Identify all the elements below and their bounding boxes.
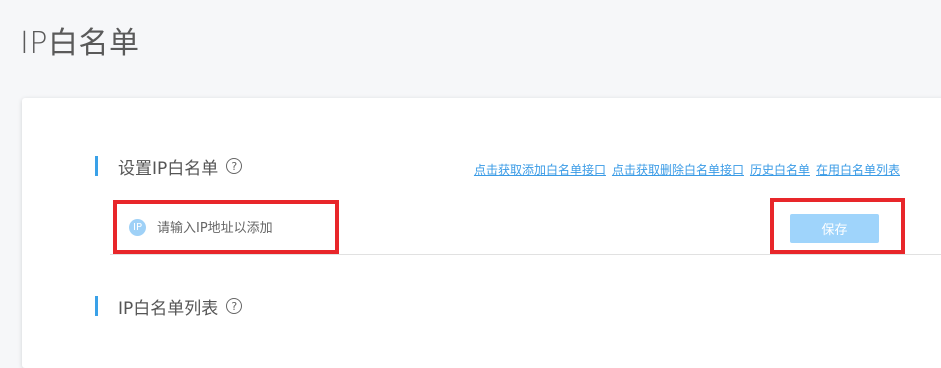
ip-input-row: IP 保存 xyxy=(110,198,941,255)
ip-address-input[interactable] xyxy=(155,215,334,241)
section-accent-bar xyxy=(95,296,98,316)
link-add-whitelist-api[interactable]: 点击获取添加白名单接口 xyxy=(474,161,606,178)
help-icon[interactable]: ? xyxy=(226,298,243,314)
list-section-title: IP白名单列表 xyxy=(118,298,219,319)
api-links: 点击获取添加白名单接口 点击获取删除白名单接口 历史白名单 在用白名单列表 xyxy=(474,161,900,178)
save-button-highlight: 保存 xyxy=(770,198,905,254)
link-history-whitelist[interactable]: 历史白名单 xyxy=(750,161,810,178)
whitelist-card: 设置IP白名单 ? 点击获取添加白名单接口 点击获取删除白名单接口 历史白名单 … xyxy=(22,98,941,368)
section-accent-bar xyxy=(95,156,98,176)
settings-section-title: 设置IP白名单 xyxy=(118,158,219,179)
settings-section-header: 设置IP白名单 ? xyxy=(95,156,243,179)
page-title: IP白名单 xyxy=(20,26,140,61)
help-icon[interactable]: ? xyxy=(226,158,243,174)
link-delete-whitelist-api[interactable]: 点击获取删除白名单接口 xyxy=(612,161,744,178)
link-active-whitelist[interactable]: 在用白名单列表 xyxy=(816,161,900,178)
list-section-header: IP白名单列表 ? xyxy=(95,296,243,319)
ip-icon: IP xyxy=(129,219,146,236)
ip-input-highlight: IP xyxy=(113,200,339,254)
save-button[interactable]: 保存 xyxy=(790,214,879,243)
